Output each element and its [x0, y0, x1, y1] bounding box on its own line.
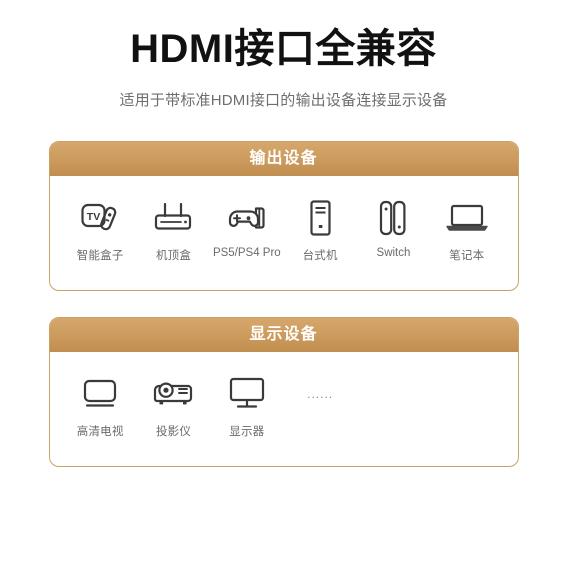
device-item-monitor[interactable]: 显示器 [210, 374, 283, 439]
display-devices-list: 高清电视 投影仪 显示器 ...... [50, 352, 518, 466]
gamepad-icon [226, 198, 268, 238]
device-label: 智能盒子 [76, 250, 124, 262]
laptop-icon [444, 198, 490, 238]
product-feature-page: HDMI接口全兼容 适用于带标准HDMI接口的输出设备连接显示设备 输出设备 T… [0, 0, 567, 561]
device-item-set-top-box[interactable]: 机顶盒 [137, 198, 210, 263]
device-item-switch[interactable]: Switch [357, 198, 430, 263]
desktop-tower-icon [303, 198, 337, 238]
output-devices-card-title: 输出设备 [49, 142, 518, 176]
device-label: 显示器 [229, 426, 265, 438]
device-label: 投影仪 [155, 426, 192, 438]
projector-icon [150, 374, 196, 414]
display-devices-card: 显示设备 高清电视 投影仪 显示器 ...... [48, 317, 519, 467]
output-devices-card: 输出设备 TV 智能盒子 机顶盒 PS5/PS4 Pro 台式机 Switch … [48, 141, 519, 291]
device-label: PS5/PS4 Pro [212, 247, 281, 259]
display-devices-card-title: 显示设备 [49, 318, 518, 352]
device-label: Switch [376, 247, 411, 259]
device-label: 笔记本 [449, 250, 485, 262]
more-indicator: ...... [307, 387, 334, 401]
tv-box-icon: TV [80, 198, 120, 238]
device-item-projector[interactable]: 投影仪 [137, 374, 210, 439]
monitor-icon [225, 374, 269, 414]
device-item-hd-television[interactable]: 高清电视 [64, 374, 137, 439]
device-item-smart-tv-box[interactable]: TV 智能盒子 [64, 198, 137, 263]
more-display-devices: ...... [283, 374, 356, 439]
device-label: 机顶盒 [155, 250, 192, 262]
television-icon [78, 374, 122, 414]
switch-console-icon [376, 198, 410, 238]
set-top-box-icon [152, 198, 194, 238]
device-item-playstation[interactable]: PS5/PS4 Pro [210, 198, 283, 263]
device-item-desktop-pc[interactable]: 台式机 [283, 198, 356, 263]
device-label: 高清电视 [76, 426, 124, 438]
device-label: 台式机 [302, 250, 338, 262]
output-devices-list: TV 智能盒子 机顶盒 PS5/PS4 Pro 台式机 Switch 笔记本 [50, 176, 518, 290]
page-subtitle: 适用于带标准HDMI接口的输出设备连接显示设备 [119, 92, 448, 109]
device-item-laptop[interactable]: 笔记本 [430, 198, 503, 263]
page-title: HDMI接口全兼容 [130, 27, 437, 71]
svg-text:TV: TV [87, 211, 100, 223]
